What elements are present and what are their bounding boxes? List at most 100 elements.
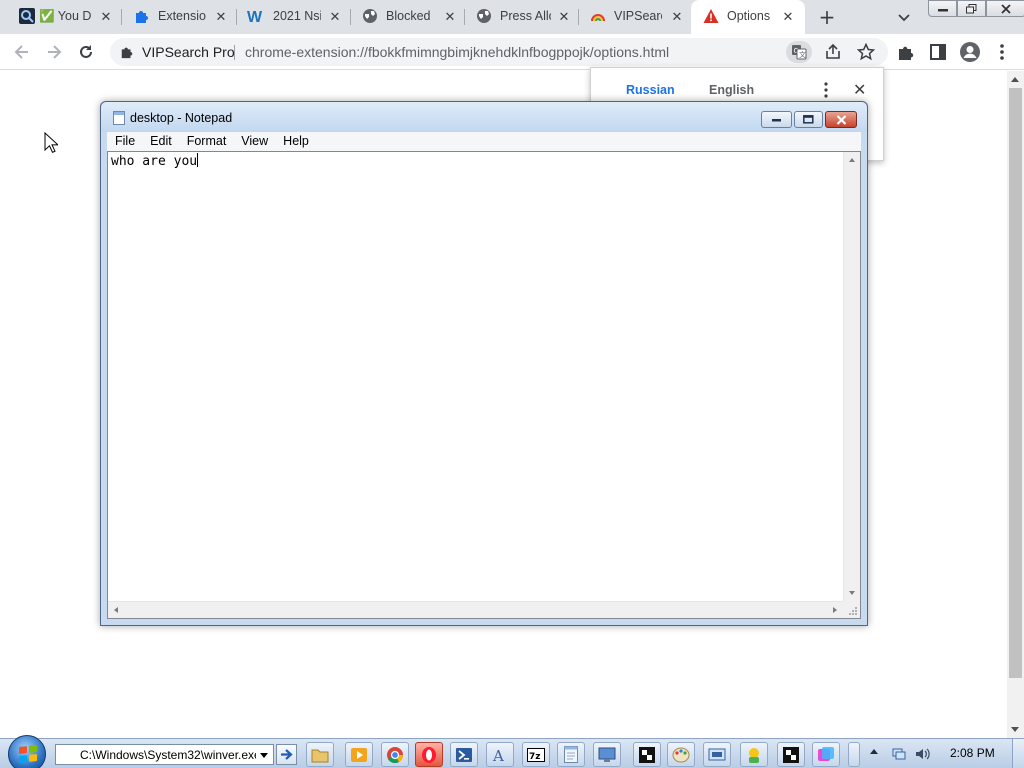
tab-title: Options bbox=[727, 9, 771, 23]
profile-avatar-icon[interactable] bbox=[960, 42, 980, 62]
document-content: who are you bbox=[111, 154, 198, 169]
taskbar-font-tool[interactable]: A bbox=[486, 742, 514, 767]
arrow-right-icon bbox=[281, 749, 293, 760]
forward-arrow-icon[interactable] bbox=[44, 42, 64, 62]
side-panel-icon[interactable] bbox=[929, 43, 947, 61]
taskbar-notepad[interactable] bbox=[557, 742, 585, 767]
tab-title: ✅ You D bbox=[39, 9, 92, 23]
browser-toolbar: VIPSearch Pro chrome-extension://fbokkfm… bbox=[0, 34, 1024, 70]
system-clock[interactable]: 2:08 PM bbox=[950, 746, 995, 760]
resize-grip[interactable] bbox=[843, 601, 860, 618]
close-tab-icon[interactable]: ✕ bbox=[99, 10, 113, 24]
close-tab-icon[interactable]: ✕ bbox=[781, 10, 795, 24]
menu-edit[interactable]: Edit bbox=[142, 132, 179, 151]
back-arrow-icon[interactable] bbox=[12, 42, 32, 62]
taskbar-paint[interactable] bbox=[667, 742, 695, 767]
close-tab-icon[interactable]: ✕ bbox=[557, 10, 571, 24]
notepad-title-bar[interactable]: desktop - Notepad bbox=[101, 102, 867, 132]
tab-press-allow[interactable]: Press Allo ✕ bbox=[465, 0, 579, 34]
close-translate-icon[interactable]: ✕ bbox=[853, 82, 866, 98]
taskbar-app-checker[interactable] bbox=[777, 742, 805, 767]
tab-extensions[interactable]: Extension ✕ bbox=[122, 0, 237, 34]
network-icon[interactable] bbox=[891, 746, 907, 762]
notepad-minimize-button[interactable] bbox=[761, 111, 792, 128]
taskbar-scroll-button[interactable] bbox=[848, 742, 860, 767]
menu-help[interactable]: Help bbox=[275, 132, 316, 151]
character-icon bbox=[749, 747, 759, 763]
taskbar-control-panel[interactable] bbox=[593, 742, 621, 767]
taskbar-explorer[interactable] bbox=[306, 742, 334, 767]
run-go-button[interactable] bbox=[276, 744, 297, 765]
horizontal-scrollbar[interactable] bbox=[108, 601, 843, 618]
warning-icon bbox=[703, 9, 719, 23]
powershell-icon bbox=[456, 747, 472, 762]
scroll-up-arrow[interactable] bbox=[1011, 77, 1019, 82]
taskbar-app-gradient[interactable] bbox=[812, 742, 840, 767]
close-window-button[interactable] bbox=[986, 0, 1024, 17]
address-bar[interactable]: VIPSearch Pro chrome-extension://fbokkfm… bbox=[110, 38, 888, 66]
translate-options-icon[interactable] bbox=[823, 82, 829, 98]
taskbar-opera[interactable] bbox=[415, 742, 443, 767]
menu-view[interactable]: View bbox=[233, 132, 275, 151]
vertical-scrollbar[interactable] bbox=[843, 152, 860, 601]
extensions-icon[interactable] bbox=[897, 43, 915, 61]
dropdown-arrow-icon[interactable] bbox=[260, 753, 268, 758]
show-desktop-button[interactable] bbox=[1012, 739, 1024, 768]
close-tab-icon[interactable]: ✕ bbox=[670, 10, 684, 24]
share-icon[interactable] bbox=[824, 43, 842, 61]
taskbar-powershell[interactable] bbox=[450, 742, 478, 767]
taskbar-7zip[interactable]: 7z bbox=[522, 742, 550, 767]
scroll-left-arrow[interactable] bbox=[114, 607, 118, 613]
close-icon bbox=[836, 114, 846, 125]
taskbar-media-player[interactable] bbox=[345, 742, 373, 767]
notepad-restore-button[interactable] bbox=[794, 111, 823, 128]
globe-icon bbox=[363, 9, 377, 23]
minimize-button[interactable] bbox=[928, 0, 957, 17]
target-language-tab[interactable]: English bbox=[709, 83, 754, 97]
run-command-box[interactable]: C:\Windows\System32\winver.exe bbox=[55, 744, 274, 765]
taskbar-chrome[interactable] bbox=[381, 742, 409, 767]
menu-file[interactable]: File bbox=[107, 132, 142, 151]
app-gradient-icon bbox=[818, 746, 834, 761]
scroll-thumb[interactable] bbox=[1009, 88, 1022, 678]
bookmark-star-icon[interactable] bbox=[857, 43, 875, 61]
mouse-pointer-icon bbox=[44, 132, 58, 153]
monitor-icon bbox=[598, 747, 616, 762]
translate-button[interactable]: G文 bbox=[786, 41, 812, 63]
menu-format[interactable]: Format bbox=[179, 132, 234, 151]
taskbar-game[interactable] bbox=[740, 742, 768, 767]
tab-2021-nsi[interactable]: W 2021 Nsi ✕ bbox=[237, 0, 351, 34]
run-command-text[interactable]: C:\Windows\System32\winver.exe bbox=[80, 748, 256, 762]
taskbar-app-blackwhite[interactable] bbox=[633, 742, 661, 767]
tab-blocked[interactable]: Blocked ✕ bbox=[351, 0, 465, 34]
close-icon bbox=[1001, 3, 1011, 14]
site-logo-icon bbox=[19, 8, 35, 24]
tab-title: 2021 Nsi bbox=[273, 9, 321, 23]
tab-vipsearch[interactable]: VIPSearch ✕ bbox=[579, 0, 691, 34]
start-button[interactable] bbox=[8, 735, 46, 768]
close-tab-icon[interactable]: ✕ bbox=[328, 10, 342, 24]
scroll-up-arrow[interactable] bbox=[849, 158, 855, 162]
scroll-right-arrow[interactable] bbox=[833, 607, 837, 613]
url-text[interactable]: chrome-extension://fbokkfmimngbimjknehdk… bbox=[245, 44, 669, 60]
tab-options[interactable]: Options ✕ bbox=[691, 0, 805, 34]
more-menu-icon[interactable] bbox=[995, 43, 1009, 61]
reload-icon[interactable] bbox=[76, 42, 96, 62]
notepad-close-button[interactable] bbox=[825, 111, 857, 128]
tab-you-do[interactable]: ✅ You D ✕ bbox=[0, 0, 122, 34]
site-name: VIPSearch Pro bbox=[142, 44, 235, 60]
taskbar-system-info[interactable] bbox=[703, 742, 731, 767]
scroll-down-arrow[interactable] bbox=[1011, 727, 1019, 732]
document-text[interactable]: who are you bbox=[111, 153, 199, 170]
restore-button[interactable] bbox=[957, 0, 986, 17]
page-scrollbar[interactable] bbox=[1007, 71, 1024, 738]
scroll-down-arrow[interactable] bbox=[849, 591, 855, 595]
new-tab-button[interactable]: + bbox=[816, 6, 838, 28]
notepad-text-area[interactable]: who are you bbox=[107, 151, 861, 619]
close-tab-icon[interactable]: ✕ bbox=[214, 10, 228, 24]
close-tab-icon[interactable]: ✕ bbox=[443, 10, 457, 24]
source-language-tab[interactable]: Russian bbox=[620, 83, 683, 108]
volume-icon[interactable] bbox=[914, 746, 930, 762]
show-hidden-icons-arrow[interactable] bbox=[870, 749, 878, 754]
chevron-down-icon[interactable] bbox=[896, 9, 912, 25]
